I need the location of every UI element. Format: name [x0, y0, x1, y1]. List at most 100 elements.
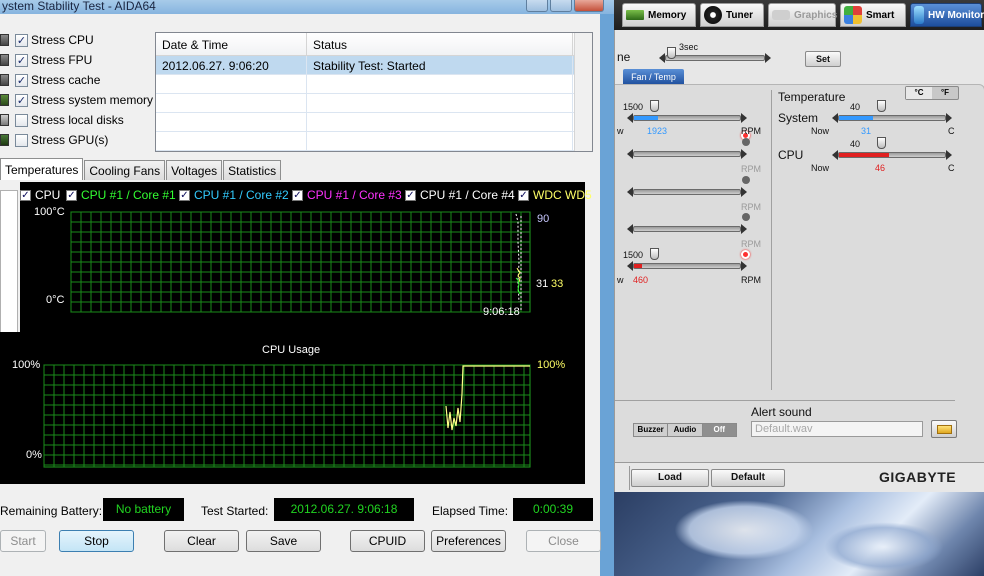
legend-core3-checkbox[interactable]: ✓	[292, 189, 303, 201]
interval-increase-arrow-icon[interactable]	[765, 53, 771, 63]
legend-cpu-checkbox[interactable]: ✓	[20, 189, 31, 201]
stress-fpu-checkbox[interactable]: ✓	[15, 53, 28, 67]
fan1-decrease-arrow-icon[interactable]	[627, 113, 633, 123]
stress-cpu-option[interactable]: ✓ Stress CPU	[0, 31, 94, 49]
stress-gpu-option[interactable]: Stress GPU(s)	[0, 131, 108, 149]
cpuid-button[interactable]: CPUID	[350, 530, 425, 552]
column-date-time[interactable]: Date & Time	[156, 33, 307, 55]
stress-cache-checkbox[interactable]: ✓	[15, 73, 28, 87]
alert-off-option[interactable]: Off	[701, 424, 736, 436]
easytune-window: Memory Tuner Graphics Smart HW Monitor n…	[614, 0, 984, 576]
table-row[interactable]: 2012.06.27. 9:06:20 Stability Test: Star…	[156, 56, 592, 75]
legend-disk-checkbox[interactable]: ✓	[518, 189, 529, 201]
cpu-temp-increase-arrow-icon[interactable]	[946, 150, 952, 160]
default-button[interactable]: Default	[711, 469, 785, 487]
fan3-slider[interactable]	[627, 187, 747, 197]
tab-hw-monitor[interactable]: HW Monitor	[910, 3, 984, 27]
window-title: ystem Stability Test - AIDA64	[0, 0, 614, 14]
fahrenheit-option[interactable]: °F	[932, 87, 958, 99]
system-temp-increase-arrow-icon[interactable]	[946, 113, 952, 123]
system-temp-decrease-arrow-icon[interactable]	[832, 113, 838, 123]
legend-core3[interactable]: ✓ CPU #1 / Core #3	[292, 188, 402, 202]
stress-cpu-checkbox[interactable]: ✓	[15, 33, 28, 47]
tab-smart[interactable]: Smart	[840, 3, 906, 27]
tab-graphics[interactable]: Graphics	[768, 3, 837, 27]
stress-fpu-option[interactable]: ✓ Stress FPU	[0, 51, 92, 69]
interval-slider[interactable]	[659, 47, 771, 63]
stress-memory-checkbox[interactable]: ✓	[15, 93, 28, 107]
stress-memory-option[interactable]: ✓ Stress system memory	[0, 91, 153, 109]
close-button[interactable]: Close	[526, 530, 601, 552]
fan5-slider[interactable]	[627, 248, 747, 271]
alert-audio-option[interactable]: Audio	[667, 424, 701, 436]
legend-core1[interactable]: ✓ CPU #1 / Core #1	[66, 188, 176, 202]
system-temp-now: 31	[861, 126, 872, 136]
cpu-temp-decrease-arrow-icon[interactable]	[832, 150, 838, 160]
fan4-slider[interactable]	[627, 224, 747, 234]
save-button[interactable]: Save	[246, 530, 321, 552]
fan3-increase-arrow-icon[interactable]	[741, 187, 747, 197]
legend-core2-label: CPU #1 / Core #2	[194, 188, 289, 202]
stress-gpu-checkbox[interactable]	[15, 133, 28, 147]
fan5-increase-arrow-icon[interactable]	[741, 261, 747, 271]
fan5-thumb[interactable]	[650, 248, 659, 260]
legend-core2[interactable]: ✓ CPU #1 / Core #2	[179, 188, 289, 202]
alert-sound-file-field[interactable]: Default.wav	[751, 421, 923, 437]
legend-disk[interactable]: ✓ WDC WD5	[518, 188, 592, 202]
tab-statistics[interactable]: Statistics	[223, 160, 282, 180]
legend-core4[interactable]: ✓ CPU #1 / Core #4	[405, 188, 515, 202]
close-window-button[interactable]	[574, 0, 604, 12]
stress-cpu-label: Stress CPU	[31, 33, 94, 47]
system-temp-slider[interactable]	[832, 100, 952, 123]
log-scrollbar[interactable]	[574, 33, 592, 151]
legend-core1-checkbox[interactable]: ✓	[66, 189, 77, 201]
tab-voltages[interactable]: Voltages	[166, 160, 223, 180]
celsius-option[interactable]: °C	[906, 87, 932, 99]
fan4-increase-arrow-icon[interactable]	[741, 224, 747, 234]
tab-memory[interactable]: Memory	[622, 3, 696, 27]
temp-time-label: 9:06:18	[483, 306, 520, 318]
fan2-increase-arrow-icon[interactable]	[741, 149, 747, 159]
fan2-unit: RPM	[741, 164, 761, 174]
maximize-button[interactable]	[550, 0, 572, 12]
status-log-table[interactable]: Date & Time Status 2012.06.27. 9:06:20 S…	[155, 32, 593, 152]
legend-core4-checkbox[interactable]: ✓	[405, 189, 416, 201]
system-temp-thumb[interactable]	[877, 100, 886, 112]
subtab-fan-temp[interactable]: Fan / Temp	[623, 69, 684, 85]
stress-disks-option[interactable]: Stress local disks	[0, 111, 124, 129]
cpu-temp-thumb[interactable]	[877, 137, 886, 149]
tab-cooling-fans[interactable]: Cooling Fans	[84, 160, 166, 180]
fan3-decrease-arrow-icon[interactable]	[627, 187, 633, 197]
tab-temperatures[interactable]: Temperatures	[0, 158, 84, 180]
fan1-increase-arrow-icon[interactable]	[741, 113, 747, 123]
fan1-thumb[interactable]	[650, 100, 659, 112]
stress-cache-option[interactable]: ✓ Stress cache	[0, 71, 100, 89]
alert-mode-toggle[interactable]: Buzzer Audio Off	[633, 423, 737, 437]
fan4-decrease-arrow-icon[interactable]	[627, 224, 633, 234]
legend-cpu[interactable]: ✓ CPU	[20, 188, 60, 202]
stress-disks-checkbox[interactable]	[15, 113, 28, 127]
preferences-button[interactable]: Preferences	[431, 530, 506, 552]
temp-unit-toggle[interactable]: °C °F	[905, 86, 959, 100]
table-row	[156, 75, 592, 94]
fan2-slider[interactable]	[627, 149, 747, 159]
minimize-button[interactable]	[526, 0, 548, 12]
interval-decrease-arrow-icon[interactable]	[659, 53, 665, 63]
stop-button[interactable]: Stop	[59, 530, 134, 552]
legend-core2-checkbox[interactable]: ✓	[179, 189, 190, 201]
alert-buzzer-option[interactable]: Buzzer	[634, 424, 667, 436]
fan5-alert-indicator	[741, 250, 750, 259]
cpu-temp-slider[interactable]	[832, 137, 952, 160]
tab-tuner[interactable]: Tuner	[700, 3, 764, 27]
fan1-slider[interactable]	[627, 100, 747, 123]
set-interval-button[interactable]: Set	[805, 51, 841, 67]
load-button[interactable]: Load	[631, 469, 709, 487]
start-button[interactable]: Start	[0, 530, 46, 552]
column-status[interactable]: Status	[307, 33, 573, 55]
clear-button[interactable]: Clear	[164, 530, 239, 552]
temperature-item-list[interactable]	[0, 190, 18, 336]
browse-folder-button[interactable]	[931, 420, 957, 438]
fan5-decrease-arrow-icon[interactable]	[627, 261, 633, 271]
fan2-decrease-arrow-icon[interactable]	[627, 149, 633, 159]
interval-thumb[interactable]	[667, 47, 676, 59]
